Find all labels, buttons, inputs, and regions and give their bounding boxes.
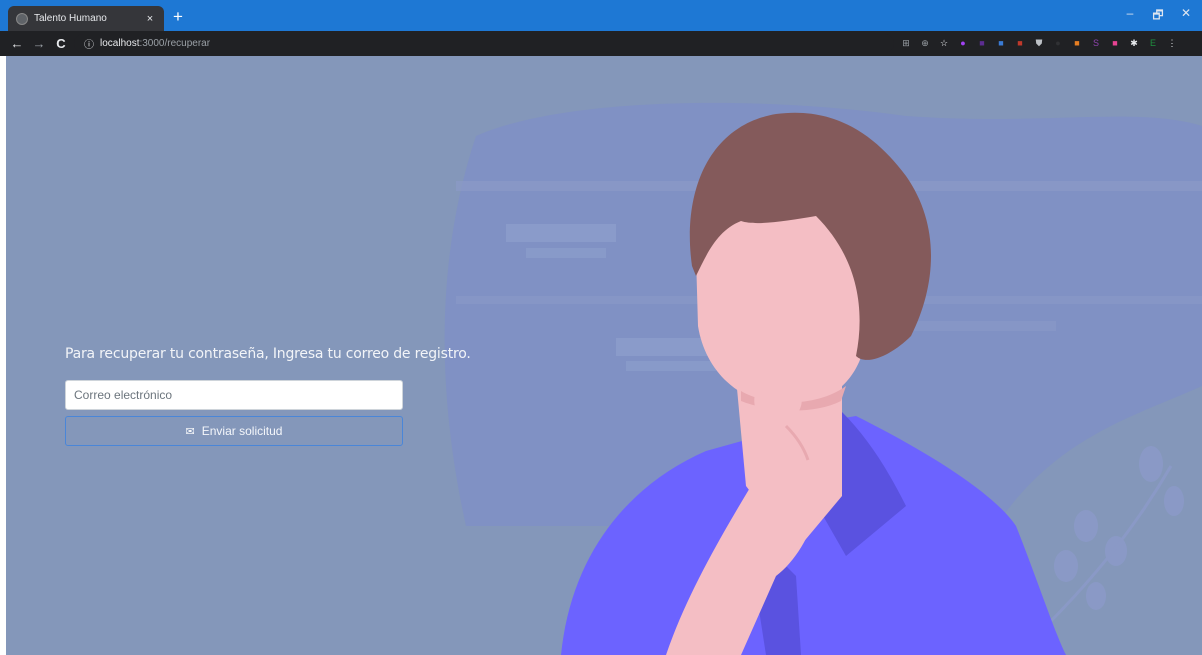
recovery-instructions: Para recuperar tu contraseña, Ingresa tu… <box>65 346 471 362</box>
back-icon[interactable]: ← <box>8 35 26 53</box>
forward-icon[interactable]: → <box>30 35 48 53</box>
extension-dark-icon[interactable]: ● <box>1052 37 1064 49</box>
send-request-label: Enviar solicitud <box>201 424 283 438</box>
extension-orange-icon[interactable]: ■ <box>1071 37 1083 49</box>
url-host: localhost <box>100 38 140 49</box>
extension-blue-icon[interactable]: ■ <box>995 37 1007 49</box>
new-tab-button[interactable]: + <box>168 7 188 27</box>
send-request-button[interactable]: ✉ Enviar solicitud <box>65 416 403 446</box>
browser-toolbar: ← → C ⓘ localhost :3000/recuperar ⊞ ⊕ ☆ ● ■ ■… <box>0 31 1202 56</box>
site-info-icon[interactable]: ⓘ <box>82 36 96 51</box>
background-stripe <box>626 361 716 371</box>
profile-e-icon[interactable]: E <box>1147 37 1159 49</box>
plant-leaves <box>1044 446 1184 628</box>
extension-shield-icon[interactable]: ⛊ <box>1033 37 1045 49</box>
browser-titlebar: Talento Humano × + – 🗗 ✕ <box>0 0 1202 31</box>
extension-red-icon[interactable]: ■ <box>1014 37 1026 49</box>
recovery-page: Para recuperar tu contraseña, Ingresa tu… <box>6 56 1202 655</box>
extension-pink-icon[interactable]: ■ <box>1109 37 1121 49</box>
tab-title: Talento Humano <box>34 13 107 24</box>
zoom-icon[interactable]: ⊕ <box>919 37 931 49</box>
translate-icon[interactable]: ⊞ <box>900 37 912 49</box>
bookmark-star-icon[interactable]: ☆ <box>938 37 950 49</box>
browser-tab[interactable]: Talento Humano × <box>8 6 164 31</box>
minimize-icon[interactable]: – <box>1120 6 1140 20</box>
url-path: :3000/recuperar <box>139 38 211 49</box>
extension-s-icon[interactable]: S <box>1090 37 1102 49</box>
restore-icon[interactable]: 🗗 <box>1148 6 1168 27</box>
close-window-icon[interactable]: ✕ <box>1176 6 1196 20</box>
background-stripe <box>506 224 616 242</box>
menu-kebab-icon[interactable]: ⋮ <box>1166 37 1178 49</box>
reload-icon[interactable]: C <box>52 35 70 53</box>
extension-purple-icon[interactable]: ● <box>957 37 969 49</box>
tab-close-icon[interactable]: × <box>142 13 158 25</box>
email-input[interactable] <box>65 380 403 410</box>
background-stripe <box>526 248 606 258</box>
extension-badge-icon[interactable]: ■ <box>976 37 988 49</box>
envelope-icon: ✉ <box>185 425 195 438</box>
address-bar[interactable]: ⓘ localhost :3000/recuperar <box>74 34 894 53</box>
extensions-puzzle-icon[interactable]: ✱ <box>1128 37 1140 49</box>
tab-favicon-icon <box>16 12 28 25</box>
